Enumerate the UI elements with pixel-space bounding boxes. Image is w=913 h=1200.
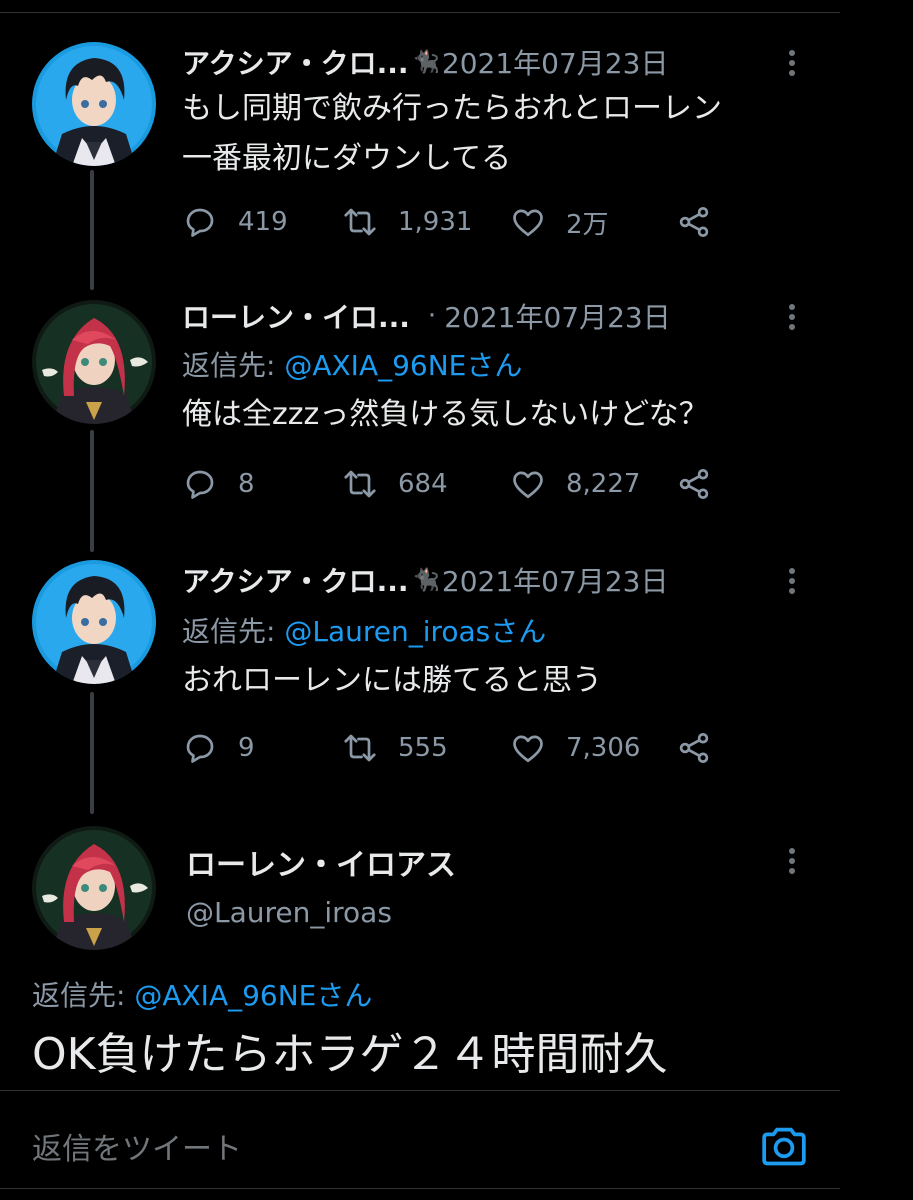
share-button[interactable] [676, 728, 712, 768]
replying-to-label: 返信先: [182, 615, 285, 648]
compose-divider-top [0, 1090, 840, 1091]
retweet-button[interactable]: 555 [342, 728, 448, 768]
tweet-2[interactable]: ローレン・イロ... · 2021年07月23日 返信先: @AXIA_96NE… [0, 296, 840, 516]
tweet-header: アクシア・クロ... 🐈‍⬛ 2021年07月23日 [182, 560, 668, 600]
retweet-button[interactable]: 684 [342, 464, 448, 504]
compose-divider-bottom [0, 1188, 840, 1189]
reply-button[interactable]: 419 [182, 202, 288, 242]
reply-icon [182, 204, 218, 240]
more-icon[interactable] [780, 564, 804, 598]
reply-icon [182, 466, 218, 502]
share-icon [676, 204, 712, 240]
reply-compose-input[interactable]: 返信をツイート [32, 1124, 242, 1168]
retweet-icon [342, 466, 378, 502]
replying-to-label: 返信先: [32, 979, 135, 1012]
tweet-text-line: 俺は全zzzっ然負ける気しないけどな？ [182, 397, 709, 432]
retweet-button[interactable]: 1,931 [342, 202, 472, 242]
avatar[interactable] [32, 826, 156, 950]
action-bar: 9 555 7,306 [182, 728, 722, 768]
tweet-text: 俺は全zzzっ然負ける気しないけどな？ [182, 390, 709, 440]
avatar[interactable] [32, 560, 156, 684]
tweet-header: アクシア・クロ... 🐈‍⬛ 2021年07月23日 [182, 42, 668, 82]
replying-to: 返信先: @AXIA_96NEさん [182, 344, 522, 384]
share-icon [676, 730, 712, 766]
like-icon [510, 204, 546, 240]
author-name[interactable]: アクシア・クロ... [182, 560, 409, 600]
retweet-count: 555 [398, 733, 448, 763]
like-count: 7,306 [566, 733, 641, 763]
black-cat-icon: 🐈‍⬛ [412, 567, 440, 593]
tweet-text-line: 一番最初にダウンしてる [182, 141, 512, 176]
share-icon [676, 466, 712, 502]
reply-count: 8 [238, 469, 255, 499]
author-name[interactable]: ローレン・イロアス [186, 840, 456, 884]
replying-to: 返信先: @Lauren_iroasさん [182, 610, 546, 650]
like-button[interactable]: 7,306 [510, 728, 640, 768]
replying-to-label: 返信先: [182, 349, 285, 382]
black-cat-icon: 🐈‍⬛ [412, 49, 440, 75]
like-count: 2万 [566, 209, 609, 240]
replying-to-handle[interactable]: @AXIA_96NEさん [284, 349, 522, 382]
reply-button[interactable]: 8 [182, 464, 255, 504]
author-name[interactable]: アクシア・クロ... [182, 42, 409, 82]
replying-to: 返信先: @AXIA_96NEさん [32, 974, 372, 1014]
like-button[interactable]: 8,227 [510, 464, 640, 504]
reply-button[interactable]: 9 [182, 728, 255, 768]
reply-icon [182, 730, 218, 766]
like-icon [510, 730, 546, 766]
top-divider [0, 12, 840, 13]
tweet-header: ローレン・イロ... · 2021年07月23日 [182, 296, 671, 336]
like-icon [510, 466, 546, 502]
avatar[interactable] [32, 300, 156, 424]
replying-to-handle[interactable]: @AXIA_96NEさん [134, 979, 372, 1012]
share-button[interactable] [676, 202, 712, 242]
tweet-text-line: もし同期で飲み行ったらおれとローレン [182, 91, 722, 126]
tweet-1[interactable]: アクシア・クロ... 🐈‍⬛ 2021年07月23日 もし同期で飲み行ったらおれ… [0, 42, 840, 262]
retweet-count: 1,931 [398, 207, 473, 237]
tweet-date[interactable]: 2021年07月23日 [442, 42, 669, 82]
action-bar: 8 684 8,227 [182, 464, 722, 504]
tweet-date[interactable]: 2021年07月23日 [442, 560, 669, 600]
tweet-text: おれローレンには勝てると思う [182, 656, 602, 706]
tweet-text-line: おれローレンには勝てると思う [182, 663, 602, 698]
action-bar: 419 1,931 2万 [182, 202, 722, 242]
main-tweet-text: OK負けたらホラゲ２４時間耐久 [32, 1029, 668, 1080]
reply-count: 419 [238, 207, 288, 237]
retweet-count: 684 [398, 469, 448, 499]
author-name[interactable]: ローレン・イロ... [182, 296, 410, 336]
replying-to-handle[interactable]: @Lauren_iroasさん [284, 615, 546, 648]
like-count: 8,227 [566, 469, 641, 499]
separator-dot: · [427, 301, 437, 331]
more-icon[interactable] [780, 844, 804, 878]
camera-icon[interactable] [756, 1118, 812, 1174]
retweet-icon [342, 204, 378, 240]
tweet-text: もし同期で飲み行ったらおれとローレン 一番最初にダウンしてる [182, 84, 722, 184]
author-handle[interactable]: @Lauren_iroas [186, 896, 392, 929]
tweet-date[interactable]: 2021年07月23日 [444, 296, 671, 336]
more-icon[interactable] [780, 46, 804, 80]
share-button[interactable] [676, 464, 712, 504]
retweet-icon [342, 730, 378, 766]
tweet-3[interactable]: アクシア・クロ... 🐈‍⬛ 2021年07月23日 返信先: @Lauren_… [0, 560, 840, 780]
like-button[interactable]: 2万 [510, 202, 609, 242]
avatar[interactable] [32, 42, 156, 166]
right-margin [840, 0, 913, 1200]
more-icon[interactable] [780, 300, 804, 334]
reply-count: 9 [238, 733, 255, 763]
